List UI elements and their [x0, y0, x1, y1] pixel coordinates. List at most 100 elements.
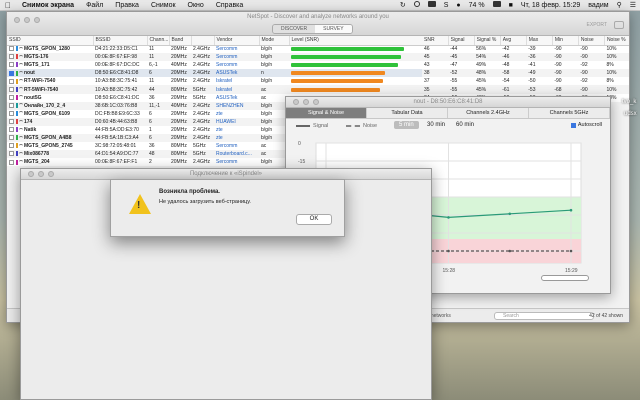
cell-vendor[interactable]: zte — [214, 125, 259, 135]
cell-vendor[interactable]: ASUSTek — [214, 69, 259, 78]
cell-vendor[interactable]: Routerboard.c... — [214, 150, 259, 159]
row-checkbox[interactable] — [9, 135, 14, 141]
battery-text[interactable]: 74 % — [465, 2, 489, 9]
cell-ssid[interactable]: MGTS_GPON_6109 — [7, 109, 93, 118]
cell-vendor[interactable]: Sercomm — [214, 53, 259, 62]
cell-vendor[interactable]: Sercomm — [214, 61, 259, 70]
range-60min[interactable]: 60 min — [451, 121, 479, 129]
tab-channels-24[interactable]: Channels 2.4GHz — [448, 108, 529, 118]
cell-vendor[interactable]: Iskratel — [214, 85, 259, 94]
tab-tabular-data[interactable]: Tabular Data — [367, 108, 448, 118]
table-row[interactable]: RT-WiFi-7540 10:A3:B8:3C:75:41 11 20MHz 2.4G… — [7, 77, 422, 86]
sync-icon[interactable]: ↻ — [396, 1, 410, 9]
menu-edit[interactable]: Правка — [109, 2, 145, 9]
flag-icon[interactable]: ■ — [505, 2, 517, 9]
cell-ssid[interactable]: MGTS_204 — [7, 158, 93, 167]
col-ssid[interactable]: SSID — [7, 36, 94, 46]
record-icon[interactable] — [410, 1, 424, 9]
cell-vendor[interactable]: zte — [214, 109, 259, 118]
col-stat[interactable]: Signal % — [474, 36, 501, 46]
row-checkbox[interactable] — [9, 102, 14, 108]
table-row[interactable]: RT-5WiFi-7540 10:A3:B8:3C:75:42 44 80MHz 5GH… — [7, 85, 422, 94]
row-checkbox[interactable] — [9, 127, 14, 133]
col-mode[interactable]: Mode — [259, 36, 290, 46]
menu-help[interactable]: Справка — [210, 2, 249, 9]
cell-ssid[interactable]: RT-5WiFi-7540 — [7, 85, 93, 94]
cell-vendor[interactable]: ASUSTek — [214, 93, 259, 102]
row-checkbox[interactable] — [9, 46, 14, 52]
row-checkbox[interactable] — [9, 94, 14, 100]
col-vendor[interactable]: Vendor — [214, 36, 260, 46]
cell-ssid[interactable]: Mix086778 — [7, 150, 93, 159]
stats-row[interactable]: 37 -55 45% -54 -50 -90 -92 8% — [422, 77, 629, 86]
col-stat[interactable]: Min — [552, 36, 579, 46]
menu-capture[interactable]: Снимок — [145, 2, 182, 9]
stats-row[interactable]: 45 -45 54% -46 -36 -90 -90 10% — [422, 53, 629, 62]
cell-vendor[interactable]: Sercomm — [214, 45, 259, 54]
cell-vendor[interactable]: HUAWEI — [214, 117, 259, 126]
export-button[interactable]: EXPORT — [587, 22, 607, 28]
col-stat[interactable]: Noise % — [604, 36, 629, 46]
row-checkbox[interactable] — [9, 143, 14, 149]
col-stat[interactable]: Avg — [500, 36, 527, 46]
range-30min[interactable]: 30 min — [422, 121, 450, 129]
cell-ssid[interactable]: MGTS_GPON_1280 — [7, 45, 93, 54]
table-row[interactable]: MGTS-176 00:0E:8F:67:EF:98 11 20MHz 2.4GHz Se… — [7, 53, 422, 62]
apple-icon[interactable]:  — [0, 1, 16, 10]
notification-icon[interactable]: ☰ — [626, 1, 640, 9]
cell-ssid[interactable]: RT-WiFi-7540 — [7, 77, 93, 86]
wifi-icon[interactable]: ● — [452, 2, 464, 9]
search-icon[interactable]: ⚲ — [613, 1, 626, 9]
cell-vendor[interactable]: Sercomm — [214, 142, 259, 151]
col-level[interactable]: Level (SNR) — [289, 36, 423, 46]
ok-button[interactable]: OK — [296, 214, 332, 225]
menu-file[interactable]: Файл — [80, 2, 109, 9]
row-checkbox[interactable] — [9, 110, 14, 116]
cell-vendor[interactable]: SHENZHEN — [214, 101, 259, 110]
col-stat[interactable]: SNR — [422, 36, 449, 46]
col-channel[interactable]: Chann... — [147, 36, 170, 46]
desktop-label-1[interactable]: tvo_k — [622, 99, 636, 105]
cell-ssid[interactable]: Natik — [7, 125, 93, 135]
cell-vendor[interactable]: Sercomm — [214, 158, 259, 167]
row-checkbox[interactable] — [9, 86, 14, 92]
range-5min[interactable]: 5 min — [394, 121, 419, 129]
row-checkbox[interactable] — [9, 78, 14, 84]
discover-button[interactable]: DISCOVER — [273, 25, 316, 33]
stats-row[interactable]: 38 -52 48% -58 -49 -90 -90 10% — [422, 69, 629, 78]
row-checkbox[interactable] — [9, 119, 14, 125]
table-row[interactable]: MGTS_GPON_1280 D4:21:22:33:D5:C1 11 20MHz 2.… — [7, 45, 422, 54]
chart-scrollbar[interactable] — [541, 275, 589, 281]
col-bssid[interactable]: BSSID — [93, 36, 148, 46]
tab-channels-5[interactable]: Channels 5GHz — [529, 108, 610, 118]
table-row[interactable]: MGTS_171 00:0E:8F:67:DC:DC 6,-1 40MHz 2.4GHz… — [7, 61, 422, 70]
menu-app[interactable]: Снимок экрана — [16, 2, 80, 9]
cell-ssid[interactable]: 174 — [7, 117, 93, 126]
user-name[interactable]: вадим — [584, 2, 612, 9]
sidebar-toggle-icon[interactable] — [614, 21, 624, 29]
cell-ssid[interactable]: MGTS-176 — [7, 53, 93, 62]
col-band[interactable]: Band — [169, 36, 192, 46]
cell-ssid[interactable]: nout5G — [7, 93, 93, 102]
menu-window[interactable]: Окно — [182, 2, 210, 9]
cell-ssid[interactable]: nout — [7, 69, 93, 78]
row-checkbox[interactable] — [9, 159, 14, 165]
col-stat[interactable]: Signal — [448, 36, 475, 46]
cell-vendor[interactable]: zte — [214, 134, 259, 143]
screen-icon[interactable] — [424, 1, 440, 9]
col-stat[interactable]: Max — [526, 36, 553, 46]
stats-row[interactable]: 43 -47 49% -48 -41 -90 -92 8% — [422, 61, 629, 70]
stats-row[interactable]: 46 -44 56% -42 -39 -90 -90 10% — [422, 45, 629, 54]
table-row[interactable]: nout D8:50:E6:C8:41:D8 6 20MHz 2.4GHz ASUSTek… — [7, 69, 422, 78]
cell-vendor[interactable]: Iskratel — [214, 77, 259, 86]
col-stat[interactable]: Noise — [578, 36, 605, 46]
desktop-label-2[interactable]: udsx — [624, 111, 637, 117]
row-checkbox[interactable] — [9, 62, 14, 68]
autoscroll-toggle[interactable]: Autoscroll — [570, 122, 602, 128]
cell-ssid[interactable]: MGTS_GPON5_2745 — [7, 142, 93, 151]
search-input[interactable]: Search — [494, 312, 594, 320]
tab-signal-noise[interactable]: Signal & Noise — [286, 108, 367, 118]
cell-ssid[interactable]: MGTS_171 — [7, 61, 93, 70]
skype-icon[interactable]: S — [440, 2, 453, 9]
stats-row[interactable]: 35 -55 45% -61 -53 -68 -90 10% — [422, 85, 629, 94]
